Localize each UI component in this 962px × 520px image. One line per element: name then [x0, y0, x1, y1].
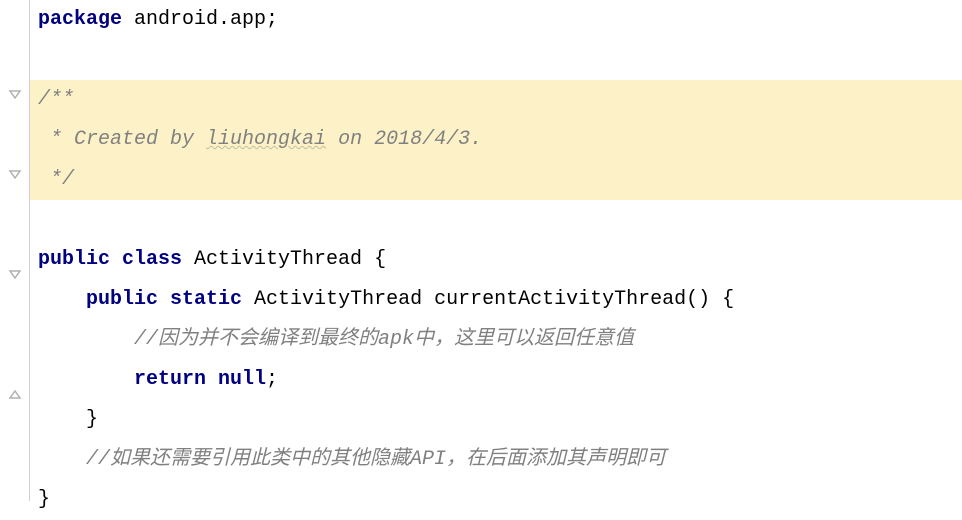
code-line: public class ActivityThread {: [38, 240, 962, 280]
method-name: currentActivityThread: [434, 280, 686, 320]
javadoc-close: */: [38, 160, 74, 200]
code-line-comment: */: [30, 160, 962, 200]
code-line-comment: //因为并不会编译到最终的apk中，这里可以返回任意值: [38, 320, 962, 360]
code-line-blank: [38, 200, 962, 240]
semicolon: ;: [266, 0, 278, 40]
line-comment: //因为并不会编译到最终的apk中，这里可以返回任意值: [134, 320, 634, 360]
code-area[interactable]: package android.app; /** * Created by li…: [30, 0, 962, 501]
code-editor: package android.app; /** * Created by li…: [0, 0, 962, 501]
javadoc-text: * Created by: [38, 120, 206, 160]
keyword-static: static: [158, 280, 242, 320]
code-line: package android.app;: [38, 0, 962, 40]
keyword-package: package: [38, 0, 122, 40]
keyword-null: null: [206, 360, 266, 400]
javadoc-text: on 2018/4/3.: [326, 120, 482, 160]
brace-open: {: [374, 240, 386, 280]
javadoc-open: /**: [38, 80, 74, 120]
code-line: }: [38, 400, 962, 440]
semicolon: ;: [266, 360, 278, 400]
indent: [38, 360, 134, 400]
parens-brace: () {: [686, 280, 734, 320]
line-comment: //如果还需要引用此类中的其他隐藏API，在后面添加其声明即可: [86, 440, 666, 480]
code-line: }: [38, 480, 962, 520]
indent: [38, 280, 86, 320]
return-type: ActivityThread: [242, 280, 434, 320]
javadoc-author: liuhongkai: [206, 120, 326, 160]
brace-close: }: [38, 480, 50, 520]
fold-icon[interactable]: [6, 167, 24, 185]
fold-icon[interactable]: [6, 87, 24, 105]
keyword-public: public: [86, 280, 158, 320]
code-line-blank: [38, 40, 962, 80]
package-name: android.app: [122, 0, 266, 40]
brace-close: }: [86, 400, 98, 440]
keyword-class: class: [110, 240, 182, 280]
code-line-comment: * Created by liuhongkai on 2018/4/3.: [30, 120, 962, 160]
editor-gutter: [0, 0, 30, 501]
keyword-public: public: [38, 240, 110, 280]
code-line: return null;: [38, 360, 962, 400]
class-name: ActivityThread: [182, 240, 374, 280]
fold-icon[interactable]: [6, 267, 24, 285]
code-line: public static ActivityThread currentActi…: [38, 280, 962, 320]
indent: [38, 400, 86, 440]
indent: [38, 440, 86, 480]
indent: [38, 320, 134, 360]
fold-icon[interactable]: [6, 387, 24, 405]
code-line-comment: //如果还需要引用此类中的其他隐藏API，在后面添加其声明即可: [38, 440, 962, 480]
keyword-return: return: [134, 360, 206, 400]
code-line-comment: /**: [30, 80, 962, 120]
